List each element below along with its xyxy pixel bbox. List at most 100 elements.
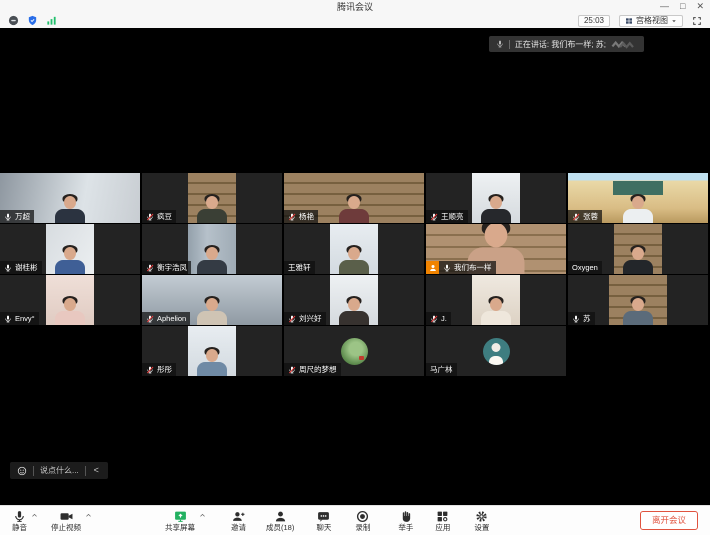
participant-name: Oxygen <box>572 263 598 272</box>
participant-name: 万超 <box>15 211 30 222</box>
audio-wave-icon <box>611 40 637 49</box>
person-silhouette <box>621 245 655 274</box>
members-button[interactable]: 成员(18) <box>266 510 294 532</box>
chat-input-placeholder[interactable]: 说点什么... <box>40 465 79 476</box>
participant-video <box>188 224 236 274</box>
fullscreen-icon[interactable] <box>692 16 702 26</box>
participant-tile[interactable]: 彤彤 <box>142 326 282 376</box>
chat-bubble-icon <box>317 510 330 523</box>
participant-tile[interactable]: 我们布一样 <box>426 224 566 274</box>
person-silhouette <box>195 245 229 274</box>
participant-tile[interactable]: 苏 <box>568 275 708 325</box>
participant-tile[interactable]: 王顺亮 <box>426 173 566 223</box>
participant-label-row: 杨艳 <box>284 210 318 223</box>
apps-grid-icon <box>436 510 449 523</box>
mic-on-icon <box>496 40 504 48</box>
network-signal-icon[interactable] <box>46 15 57 26</box>
tencent-meeting-window: 腾讯会议 — □ ✕ 25:03 宫格视图 <box>0 0 710 535</box>
record-icon <box>356 510 369 523</box>
participant-video <box>188 326 236 376</box>
close-button[interactable]: ✕ <box>696 2 704 11</box>
participant-tile[interactable]: Oxygen <box>568 224 708 274</box>
record-button[interactable]: 录制 <box>355 510 370 532</box>
raise-hand-button[interactable]: 举手 <box>398 510 413 532</box>
mic-on-icon <box>4 315 12 323</box>
person-silhouette <box>195 194 229 223</box>
participant-name: 王雅轩 <box>288 262 311 273</box>
participant-video <box>614 224 662 274</box>
participant-name: 我们布一样 <box>454 262 492 273</box>
mic-muted-icon <box>146 213 154 221</box>
name-chip: 万超 <box>0 210 34 223</box>
person-silhouette <box>479 194 513 223</box>
participant-tile[interactable]: 张蓉 <box>568 173 708 223</box>
participant-label-row: 王雅轩 <box>284 261 315 274</box>
participant-label-row: 彤彤 <box>142 363 176 376</box>
participant-tile[interactable]: J. <box>426 275 566 325</box>
chevron-up-icon[interactable] <box>85 512 92 519</box>
name-chip: Envy° <box>0 312 39 325</box>
participant-tile[interactable]: 衡宇浩凤 <box>142 224 282 274</box>
participant-tile[interactable]: Envy° <box>0 275 140 325</box>
window-controls: — □ ✕ <box>660 0 704 13</box>
person-silhouette <box>53 194 87 223</box>
participant-tile[interactable]: 疯豆 <box>142 173 282 223</box>
grid-row: Envy° Aphelion 刘兴好 J. 苏 <box>0 275 710 325</box>
apps-button[interactable]: 应用 <box>435 510 450 532</box>
participant-tile[interactable]: 马广林 <box>426 326 566 376</box>
participant-tile[interactable]: 谢桂彬 <box>0 224 140 274</box>
chat-button[interactable]: 聊天 <box>316 510 331 532</box>
participant-name: J. <box>441 314 447 323</box>
invite-button[interactable]: 邀请 <box>231 510 246 532</box>
chevron-up-icon[interactable] <box>31 512 38 519</box>
toolbar-label: 录制 <box>355 524 370 532</box>
participant-label-row: 刘兴好 <box>284 312 326 325</box>
minimize-button[interactable]: — <box>660 2 669 11</box>
chat-quick-bar[interactable]: 说点什么... < <box>10 462 108 479</box>
mic-muted-icon <box>146 264 154 272</box>
mic-muted-icon <box>146 366 154 374</box>
participant-label-row: 王顺亮 <box>426 210 468 223</box>
mic-on-icon <box>443 264 451 272</box>
divider <box>85 466 86 476</box>
participant-tile[interactable]: 周尺的梦想 <box>284 326 424 376</box>
toolbar-label: 应用 <box>435 524 450 532</box>
name-chip: 马广林 <box>426 363 457 376</box>
person-silhouette <box>479 296 513 325</box>
chevron-up-icon[interactable] <box>199 512 206 519</box>
name-chip: 杨艳 <box>284 210 318 223</box>
view-mode-dropdown[interactable]: 宫格视图 <box>619 15 683 27</box>
participant-tile[interactable]: 王雅轩 <box>284 224 424 274</box>
participant-label-row: 我们布一样 <box>426 261 496 274</box>
participant-video <box>472 173 520 223</box>
participant-video <box>46 275 94 325</box>
mic-muted-icon <box>430 213 438 221</box>
participant-label-row: Envy° <box>0 312 39 325</box>
chat-collapse-button[interactable]: < <box>92 466 101 475</box>
name-chip: 王雅轩 <box>284 261 315 274</box>
name-chip: Aphelion <box>142 312 190 325</box>
mute-button[interactable]: 静音 <box>12 510 27 532</box>
participant-tile[interactable]: Aphelion <box>142 275 282 325</box>
share-screen-button[interactable]: 共享屏幕 <box>165 510 195 532</box>
name-chip: 刘兴好 <box>284 312 326 325</box>
security-shield-icon[interactable] <box>27 15 38 26</box>
avatar <box>483 338 510 365</box>
grid-row: 万超 疯豆 杨艳 王顺亮 张蓉 <box>0 173 710 223</box>
maximize-button[interactable]: □ <box>680 2 685 11</box>
leave-meeting-button[interactable]: 离开会议 <box>640 511 698 530</box>
titlebar: 腾讯会议 — □ ✕ <box>0 0 710 13</box>
settings-button[interactable]: 设置 <box>474 510 489 532</box>
window-header: 腾讯会议 — □ ✕ 25:03 宫格视图 <box>0 0 710 28</box>
participant-tile[interactable]: 万超 <box>0 173 140 223</box>
divider <box>33 466 34 476</box>
participant-tile[interactable]: 刘兴好 <box>284 275 424 325</box>
participant-label-row: 疯豆 <box>142 210 176 223</box>
stop-video-button[interactable]: 停止视频 <box>51 510 81 532</box>
meeting-toolbar-top: 25:03 宫格视图 <box>0 13 710 28</box>
participant-tile[interactable]: 杨艳 <box>284 173 424 223</box>
participant-name: 刘兴好 <box>299 313 322 324</box>
meeting-info-icon[interactable] <box>8 15 19 26</box>
toolbar-label: 停止视频 <box>51 524 81 532</box>
emoji-smiley-icon[interactable] <box>17 466 27 476</box>
